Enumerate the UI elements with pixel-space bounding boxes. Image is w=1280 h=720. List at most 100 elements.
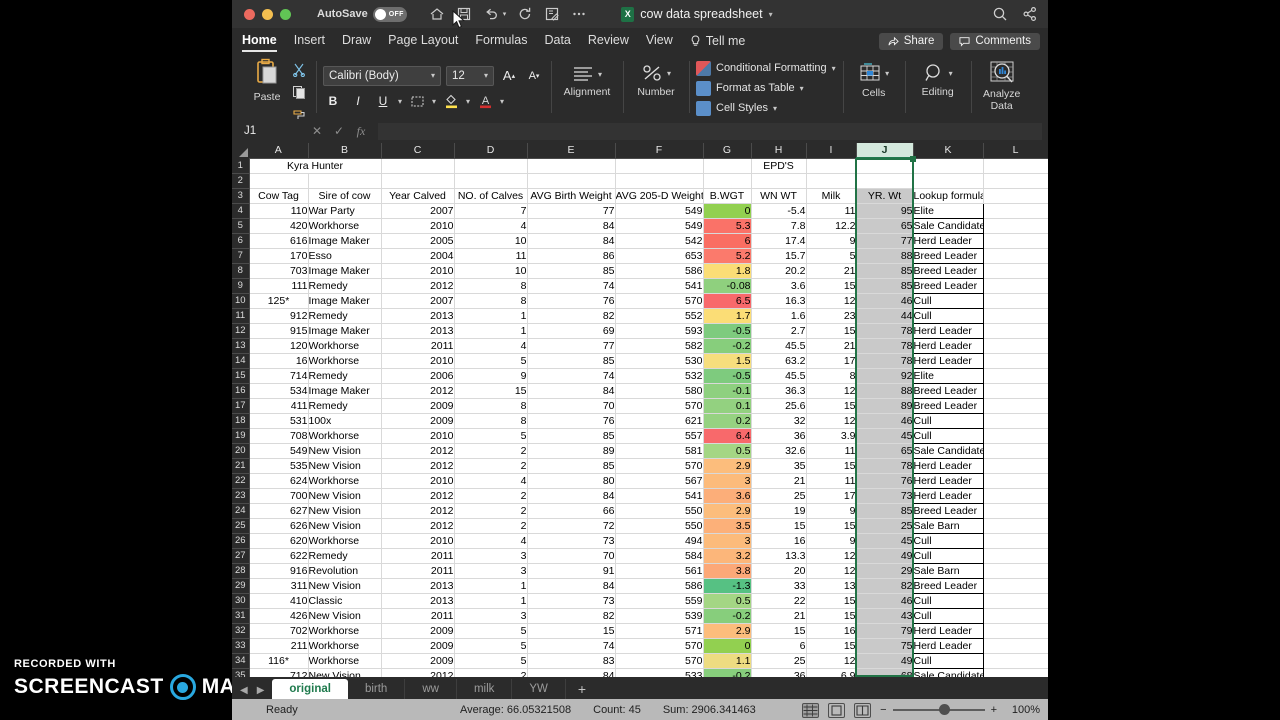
cell-sire[interactable]: Revolution — [308, 563, 382, 579]
cell-avg-205d-weight[interactable]: 549 — [615, 218, 704, 234]
cell-bwgt[interactable]: 6.4 — [703, 428, 752, 444]
row-header[interactable]: 9 — [232, 278, 250, 294]
row-header[interactable]: 22 — [232, 473, 250, 489]
cell-yr-wt[interactable]: 85 — [856, 278, 914, 294]
row-header[interactable]: 10 — [232, 293, 250, 309]
cell-cow-tag[interactable]: 700 — [249, 488, 309, 504]
cell-no-calves[interactable]: 2 — [454, 488, 528, 504]
cell-wn-wt[interactable]: 15 — [751, 623, 807, 639]
cell-no-calves[interactable]: 5 — [454, 623, 528, 639]
cell-wn-wt[interactable]: 6 — [751, 638, 807, 654]
cell-milk[interactable]: 15 — [806, 398, 857, 414]
cell-empty[interactable] — [983, 173, 1048, 189]
cell-milk[interactable]: 12 — [806, 413, 857, 429]
cell-no-calves[interactable]: 5 — [454, 638, 528, 654]
sheet-tab-milk[interactable]: milk — [457, 679, 513, 699]
cell-avg-205d-weight[interactable]: 570 — [615, 398, 704, 414]
cell-empty[interactable] — [983, 653, 1048, 669]
cell-bwgt[interactable]: -0.5 — [703, 323, 752, 339]
share-button[interactable]: Share — [878, 32, 944, 50]
cell-no-calves[interactable]: 4 — [454, 533, 528, 549]
cell-sire[interactable]: Classic — [308, 593, 382, 609]
cell-bwgt[interactable]: 3.8 — [703, 563, 752, 579]
cell-milk[interactable]: 3.9 — [806, 428, 857, 444]
cell-cow-tag[interactable]: 534 — [249, 383, 309, 399]
header-cell[interactable]: WN WT — [751, 188, 807, 204]
cell-avg-birth-weight[interactable]: 84 — [527, 233, 616, 249]
cell-wn-wt[interactable]: 25 — [751, 653, 807, 669]
cell-bwgt[interactable]: 3 — [703, 473, 752, 489]
cell-cow-tag[interactable]: 549 — [249, 443, 309, 459]
row-header[interactable]: 14 — [232, 353, 250, 369]
cell-milk[interactable]: 11 — [806, 473, 857, 489]
cell-yr-wt[interactable]: 89 — [856, 398, 914, 414]
cell-avg-205d-weight[interactable]: 557 — [615, 428, 704, 444]
cell-empty[interactable] — [983, 488, 1048, 504]
cell-avg-birth-weight[interactable]: 76 — [527, 293, 616, 309]
cell-cow-tag[interactable]: 915 — [249, 323, 309, 339]
cell-sire[interactable]: Workhorse — [308, 353, 382, 369]
add-sheet-button[interactable]: + — [566, 679, 598, 699]
format-painter-icon[interactable] — [289, 104, 309, 123]
maximize-window-button[interactable] — [280, 8, 291, 20]
font-size-select[interactable]: 12 ▾ — [446, 65, 494, 86]
sheet-nav-arrows[interactable]: ◀ ▶ — [238, 685, 272, 699]
cell-yr-wt[interactable]: 85 — [856, 263, 914, 279]
cell-avg-birth-weight[interactable]: 66 — [527, 503, 616, 519]
cell-avg-205d-weight[interactable]: 593 — [615, 323, 704, 339]
decrease-font-size-button[interactable]: A ▾ — [524, 66, 544, 85]
cell-empty[interactable] — [983, 533, 1048, 549]
cell-lookup-formula[interactable]: Cull — [912, 652, 984, 669]
cell-yr-wt[interactable]: 79 — [856, 623, 914, 639]
cell-no-calves[interactable]: 2 — [454, 668, 528, 677]
cell-empty[interactable] — [983, 383, 1048, 399]
cell-milk[interactable]: 11 — [806, 203, 857, 219]
cell-wn-wt[interactable]: 7.8 — [751, 218, 807, 234]
cell-sire[interactable]: Image Maker — [308, 233, 382, 249]
cell-no-calves[interactable]: 1 — [454, 593, 528, 609]
cell-lookup-formula[interactable]: Breed Leader — [912, 382, 984, 399]
autosave-toggle[interactable]: AutoSave OFF — [317, 6, 407, 22]
cell-empty[interactable] — [615, 158, 704, 174]
cell-no-calves[interactable]: 1 — [454, 308, 528, 324]
column-header-f[interactable]: F — [615, 143, 704, 159]
row-header[interactable]: 1 — [232, 158, 250, 174]
cell-year-calved[interactable]: 2009 — [381, 623, 455, 639]
cell-milk[interactable]: 9 — [806, 233, 857, 249]
cell-yr-wt[interactable]: 78 — [856, 458, 914, 474]
italic-button[interactable]: I — [348, 92, 368, 111]
cell-avg-birth-weight[interactable]: 84 — [527, 488, 616, 504]
cell-wn-wt[interactable]: 16 — [751, 533, 807, 549]
cell-avg-205d-weight[interactable]: 533 — [615, 668, 704, 677]
cell-yr-wt[interactable]: 43 — [856, 608, 914, 624]
cell-avg-birth-weight[interactable]: 15 — [527, 623, 616, 639]
home-icon[interactable] — [429, 6, 445, 22]
cell-lookup-formula[interactable]: Herd Leader — [912, 637, 984, 654]
next-sheet-icon[interactable]: ▶ — [257, 685, 265, 696]
page-break-view-button[interactable] — [854, 702, 872, 718]
cell-empty[interactable] — [856, 173, 914, 189]
underline-button[interactable]: U — [373, 92, 393, 111]
cell-avg-birth-weight[interactable]: 86 — [527, 248, 616, 264]
tab-data[interactable]: Data — [544, 33, 570, 50]
underline-caret-icon[interactable]: ▾ — [398, 97, 402, 106]
cell-empty[interactable] — [983, 263, 1048, 279]
name-box[interactable]: J1 — [238, 122, 312, 140]
cell-milk[interactable]: 5 — [806, 248, 857, 264]
cell-empty[interactable] — [308, 173, 382, 189]
document-menu-caret-icon[interactable]: ▾ — [769, 10, 773, 19]
cell-year-calved[interactable]: 2010 — [381, 218, 455, 234]
cell-sire[interactable]: New Vision — [308, 578, 382, 594]
analyze-data-group[interactable]: Analyze Data — [970, 57, 1033, 119]
search-icon[interactable] — [992, 6, 1008, 22]
column-header-a[interactable]: A — [249, 143, 309, 159]
column-header-j[interactable]: J — [856, 143, 914, 159]
cell-lookup-formula[interactable]: Sale Candidate — [912, 442, 984, 459]
cell-no-calves[interactable]: 1 — [454, 578, 528, 594]
cell-owner-name[interactable]: Kyra Hunter — [249, 158, 382, 174]
cell-yr-wt[interactable]: 25 — [856, 518, 914, 534]
cell-wn-wt[interactable]: 13.3 — [751, 548, 807, 564]
cell-cow-tag[interactable]: 426 — [249, 608, 309, 624]
more-commands-icon[interactable] — [571, 6, 587, 22]
cell-cow-tag[interactable]: 111 — [249, 278, 309, 294]
